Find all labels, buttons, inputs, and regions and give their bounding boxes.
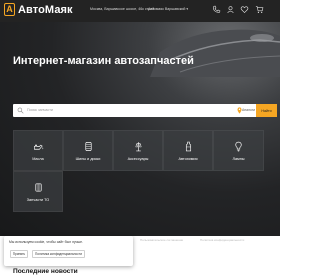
search-bar: Поиск запчасти Аналоги Найти	[13, 104, 277, 117]
category-label: Шины и диски	[75, 157, 101, 161]
hero-section: Интернет-магазин автозапчастей Поиск зап…	[0, 22, 280, 236]
category-tile-lamps[interactable]: Лампы	[213, 130, 264, 171]
category-label: Аксессуары	[127, 157, 149, 161]
category-tile-oils[interactable]: Масла	[13, 130, 63, 171]
footer-link-terms[interactable]: Пользовательское соглашение	[140, 238, 183, 242]
phone-icon[interactable]	[212, 5, 221, 14]
category-tile-chemicals[interactable]: Автохимия	[163, 130, 213, 171]
user-icon[interactable]	[226, 5, 235, 14]
cookie-accept-button[interactable]: Принять	[10, 250, 28, 258]
bottle-icon	[185, 141, 191, 152]
cookie-policy-button[interactable]: Политика конфиденциальности	[32, 250, 85, 258]
search-icon	[17, 107, 24, 114]
logo-badge: A	[4, 3, 15, 16]
category-tile-tires[interactable]: Шины и диски	[63, 130, 113, 171]
lamp-icon	[235, 141, 242, 152]
category-tile-maintenance-parts[interactable]: Запчасти ТО	[13, 171, 63, 212]
analogs-toggle[interactable]: Аналоги	[242, 108, 255, 112]
category-label: Запчасти ТО	[26, 198, 50, 202]
heart-icon[interactable]	[240, 5, 249, 14]
page-title: Интернет-магазин автозапчастей	[13, 55, 194, 67]
store-selector[interactable]: Автомаяк Варшавский▾	[148, 7, 188, 11]
hero-car-image	[150, 29, 280, 77]
accessory-icon	[134, 142, 142, 152]
cookie-message: Мы используем cookie, чтобы сайт был луч…	[9, 240, 83, 244]
search-input[interactable]: Поиск запчасти	[27, 108, 53, 112]
chevron-down-icon: ▾	[186, 7, 189, 11]
store-location[interactable]: Москва, Варшавское шоссе, 46к строй	[90, 7, 154, 11]
category-label: Масла	[32, 157, 44, 161]
tire-icon	[84, 142, 92, 151]
oil-can-icon	[33, 144, 43, 150]
site-logo[interactable]: A АвтоМаяк	[4, 3, 73, 16]
top-header: A АвтоМаяк Москва, Варшавское шоссе, 46к…	[0, 0, 280, 22]
cookie-banner: Мы используем cookie, чтобы сайт был луч…	[4, 236, 133, 266]
news-section-title: Последние новости	[13, 268, 78, 275]
category-tile-accessories[interactable]: Аксессуары	[113, 130, 163, 171]
footer-link-privacy[interactable]: Политика конфиденциальности	[200, 238, 244, 242]
filter-icon	[34, 183, 42, 192]
category-label: Лампы	[232, 157, 245, 161]
logo-text: АвтоМаяк	[18, 3, 73, 16]
category-label: Автохимия	[178, 157, 198, 161]
search-button[interactable]: Найти	[256, 104, 277, 117]
store-name: Автомаяк Варшавский	[148, 7, 186, 11]
cart-icon[interactable]	[255, 5, 264, 14]
